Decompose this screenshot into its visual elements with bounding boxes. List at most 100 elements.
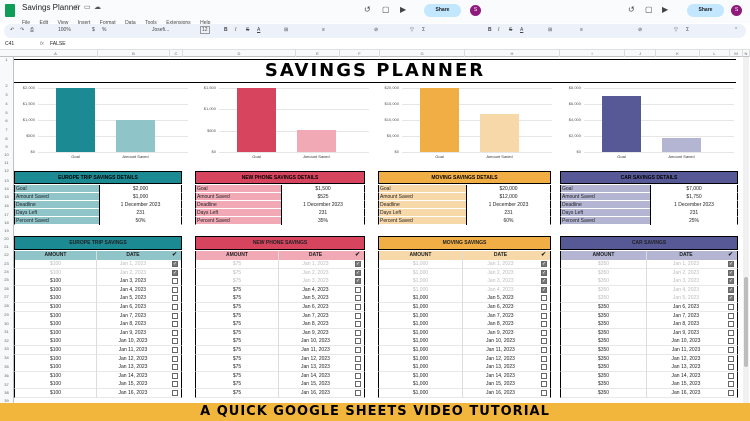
checkbox[interactable] (728, 329, 734, 336)
row-number[interactable]: 36 (0, 373, 13, 378)
checkbox[interactable] (355, 312, 361, 319)
strike-button[interactable]: S (246, 27, 249, 33)
checkbox[interactable]: ✓ (172, 261, 178, 267)
link-icon-2[interactable]: ⊘ (638, 27, 642, 33)
meet-icon[interactable]: ▶ (400, 5, 406, 14)
row-number[interactable]: 34 (0, 355, 13, 360)
checkbox[interactable] (172, 347, 178, 353)
checkbox[interactable] (541, 329, 547, 336)
checkbox[interactable]: ✓ (728, 286, 734, 293)
checkbox[interactable] (355, 364, 361, 371)
checkbox[interactable] (172, 372, 178, 379)
row-number[interactable]: 10 (0, 152, 13, 157)
col-header[interactable]: J (625, 50, 656, 57)
row-number[interactable]: 25 (0, 277, 13, 282)
col-header[interactable]: I (560, 50, 625, 57)
sum-icon-2[interactable]: Σ (686, 27, 689, 33)
row-number[interactable]: 11 (0, 160, 13, 165)
history-icon[interactable]: ↺ (364, 5, 371, 14)
checkbox[interactable] (172, 304, 178, 310)
borders-icon[interactable]: ⊞ (284, 27, 288, 33)
scrollbar[interactable] (743, 57, 749, 403)
borders-icon-2[interactable]: ⊞ (548, 27, 552, 33)
row-number[interactable]: 3 (0, 92, 13, 97)
row-number[interactable]: 9 (0, 144, 13, 149)
share-button-2[interactable]: Share (687, 4, 724, 17)
col-header[interactable]: K (656, 50, 700, 57)
checkbox[interactable] (728, 347, 734, 353)
row-number[interactable]: 7 (0, 127, 13, 132)
col-header[interactable]: C (170, 50, 183, 57)
row-number[interactable]: 26 (0, 286, 13, 291)
col-header[interactable]: B (98, 50, 170, 57)
checkbox[interactable] (172, 312, 178, 319)
row-number[interactable]: 13 (0, 178, 13, 183)
row-number[interactable]: 20 (0, 236, 13, 241)
avatar-2[interactable]: S (731, 5, 742, 16)
checkbox[interactable] (172, 286, 178, 293)
checkbox[interactable] (541, 347, 547, 353)
comment-icon-2[interactable]: ▢ (645, 5, 653, 14)
row-number[interactable]: 35 (0, 364, 13, 369)
checkbox[interactable]: ✓ (172, 269, 178, 276)
row-number[interactable]: 1 (0, 57, 13, 62)
checkbox[interactable] (355, 321, 361, 328)
checkbox[interactable] (728, 338, 734, 345)
checkbox[interactable] (172, 321, 178, 328)
row-number[interactable]: 14 (0, 186, 13, 191)
checkbox[interactable] (728, 372, 734, 379)
italic-button[interactable]: I (235, 27, 236, 33)
checkbox[interactable]: ✓ (541, 286, 547, 293)
share-button[interactable]: Share (424, 4, 461, 17)
font-select[interactable]: Josefi... (152, 27, 169, 33)
checkbox[interactable] (728, 355, 734, 362)
row-number[interactable]: 22 (0, 252, 13, 257)
row-number[interactable]: 33 (0, 346, 13, 351)
undo-icon[interactable]: ↶ (10, 27, 14, 33)
checkbox[interactable] (355, 286, 361, 293)
row-number[interactable]: 21 (0, 244, 13, 249)
checkbox[interactable]: ✓ (728, 278, 734, 285)
checkbox[interactable]: ✓ (355, 278, 361, 285)
bold-button-2[interactable]: B (488, 27, 492, 33)
cloud-icon[interactable]: ☁ (94, 3, 101, 11)
row-number[interactable]: 30 (0, 321, 13, 326)
checkbox[interactable] (728, 312, 734, 319)
checkbox[interactable] (172, 329, 178, 336)
checkbox[interactable]: ✓ (355, 269, 361, 276)
checkbox[interactable] (728, 321, 734, 328)
checkbox[interactable] (541, 321, 547, 328)
align-icon[interactable]: ≡ (322, 27, 325, 33)
redo-icon[interactable]: ↷ (20, 27, 24, 33)
checkbox[interactable] (355, 381, 361, 388)
row-number[interactable]: 8 (0, 136, 13, 141)
checkbox[interactable] (172, 278, 178, 285)
row-number[interactable]: 37 (0, 382, 13, 387)
filter-icon[interactable]: ▽ (410, 27, 414, 33)
row-number[interactable]: 27 (0, 294, 13, 299)
font-size-input[interactable]: 12 (200, 26, 210, 34)
checkbox[interactable] (728, 390, 734, 396)
row-number[interactable]: 23 (0, 261, 13, 266)
row-number[interactable]: 31 (0, 329, 13, 334)
checkbox[interactable] (541, 364, 547, 371)
checkbox[interactable] (172, 381, 178, 388)
italic-button-2[interactable]: I (498, 27, 499, 33)
checkbox[interactable] (172, 390, 178, 396)
move-icon[interactable]: ▭ (84, 3, 91, 11)
print-icon[interactable]: ⎙ (30, 27, 34, 33)
checkbox[interactable] (355, 372, 361, 379)
align-icon-2[interactable]: ≡ (580, 27, 583, 33)
checkbox[interactable]: ✓ (541, 278, 547, 285)
checkbox[interactable] (541, 381, 547, 388)
checkbox[interactable] (728, 381, 734, 388)
checkbox[interactable] (541, 355, 547, 362)
bold-button[interactable]: B (224, 27, 228, 33)
checkbox[interactable] (541, 338, 547, 345)
row-number[interactable]: 19 (0, 228, 13, 233)
checkbox[interactable]: ✓ (541, 261, 547, 267)
sum-icon[interactable]: Σ (422, 27, 425, 33)
checkbox[interactable] (541, 312, 547, 319)
col-header[interactable]: L (700, 50, 730, 57)
row-number[interactable]: 28 (0, 303, 13, 308)
